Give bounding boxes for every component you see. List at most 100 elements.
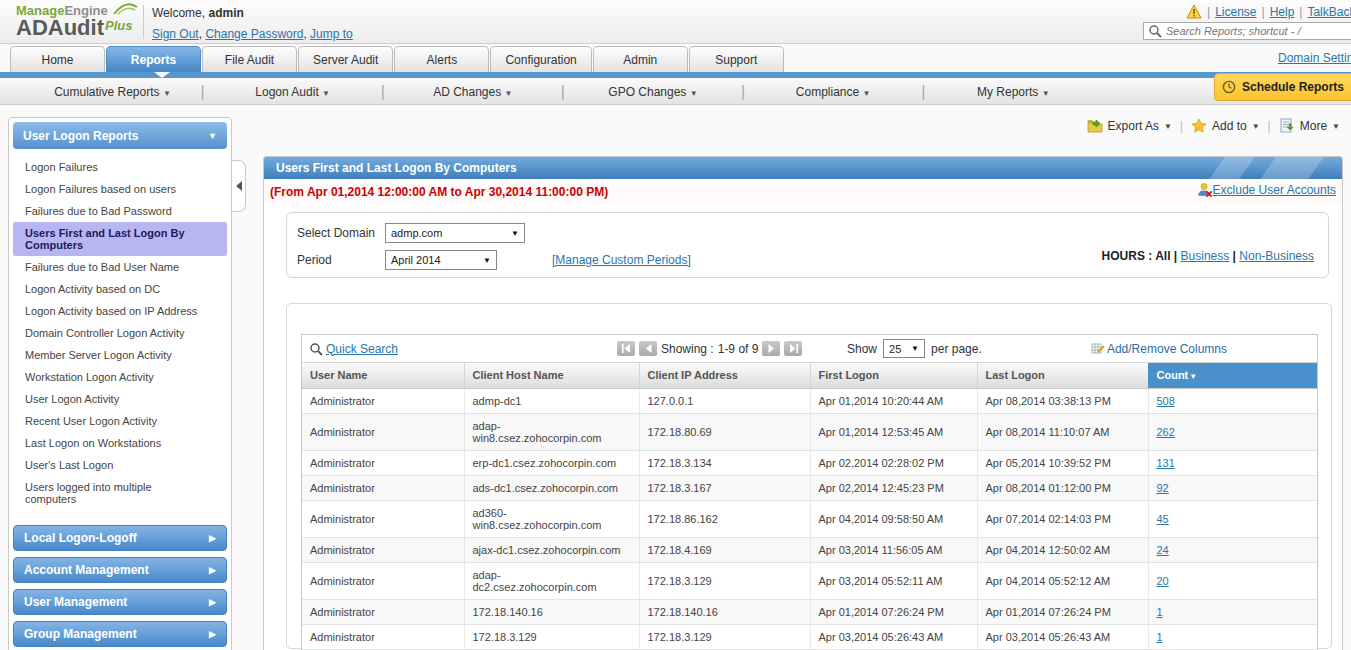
column-header-user-name[interactable]: User Name: [302, 363, 464, 388]
sidebar-section-group-management[interactable]: Group Management▶: [13, 621, 227, 647]
column-header-count[interactable]: Count▼: [1148, 363, 1317, 388]
manage-custom-periods-link[interactable]: [Manage Custom Periods]: [552, 253, 691, 267]
sidebar-item-logon-failures-based-on-users[interactable]: Logon Failures based on users: [13, 178, 227, 200]
count-link[interactable]: 20: [1157, 575, 1169, 587]
last-logon-cell: Apr 08,2014 03:38:13 PM: [977, 388, 1148, 413]
welcome-block: Welcome, admin Sign Out, Change Password…: [152, 6, 353, 41]
first-page-button[interactable]: [617, 341, 635, 356]
host-name-cell: adap- dc2.csez.zohocorpin.com: [464, 562, 639, 599]
submenu-bar: Cumulative Reports ▼|Logon Audit ▼|AD Ch…: [0, 78, 1351, 105]
domain-select[interactable]: admp.com▼: [385, 223, 525, 243]
count-link[interactable]: 92: [1157, 482, 1169, 494]
count-link[interactable]: 1: [1157, 606, 1163, 618]
sidebar-collapse-handle[interactable]: [232, 160, 246, 212]
sidebar-item-user-s-last-logon[interactable]: User's Last Logon: [13, 454, 227, 476]
sidebar-item-users-first-and-last-logon-by-computers[interactable]: Users First and Last Logon By Computers: [13, 222, 227, 256]
host-name-cell: erp-dc1.csez.zohocorpin.com: [464, 450, 639, 475]
first-logon-cell: Apr 02,2014 12:45:23 PM: [810, 475, 977, 500]
period-select[interactable]: April 2014▼: [385, 250, 497, 270]
column-header-first-logon[interactable]: First Logon: [810, 363, 977, 388]
tab-alerts[interactable]: Alerts: [394, 46, 489, 72]
export-as-button[interactable]: Export As▼: [1087, 118, 1172, 134]
sidebar-header-user-logon-reports[interactable]: User Logon Reports ▼: [13, 122, 227, 149]
sidebar-item-workstation-logon-activity[interactable]: Workstation Logon Activity: [13, 366, 227, 388]
hours-business-link[interactable]: Business: [1181, 249, 1230, 263]
more-button[interactable]: More▼: [1279, 118, 1340, 134]
last-logon-cell: Apr 07,2014 02:14:03 PM: [977, 500, 1148, 537]
count-link[interactable]: 508: [1157, 395, 1175, 407]
sidebar-section-user-management[interactable]: User Management▶: [13, 589, 227, 615]
prev-page-button[interactable]: [639, 341, 657, 356]
count-cell: 20: [1148, 562, 1317, 599]
column-header-last-logon[interactable]: Last Logon: [977, 363, 1148, 388]
jump-to-link[interactable]: Jump to: [310, 27, 353, 41]
count-link[interactable]: 262: [1157, 426, 1175, 438]
add-remove-columns-button[interactable]: Add/Remove Columns: [1091, 342, 1227, 356]
search-input[interactable]: [1166, 25, 1346, 37]
count-cell: 1: [1148, 624, 1317, 649]
license-link[interactable]: License: [1215, 5, 1256, 19]
sidebar-item-member-server-logon-activity[interactable]: Member Server Logon Activity: [13, 344, 227, 366]
help-link[interactable]: Help: [1270, 5, 1295, 19]
change-password-link[interactable]: Change Password: [205, 27, 303, 41]
sidebar-item-users-logged-into-multiple-computers[interactable]: Users logged into multiple computers: [13, 476, 227, 510]
ip-address-cell: 172.18.3.129: [639, 624, 810, 649]
hours-non-business-link[interactable]: Non-Business: [1239, 249, 1314, 263]
next-page-button[interactable]: [762, 341, 780, 356]
first-logon-cell: Apr 03,2014 11:56:05 AM: [810, 537, 977, 562]
count-cell: 24: [1148, 537, 1317, 562]
warning-icon[interactable]: [1186, 4, 1202, 20]
count-link[interactable]: 131: [1157, 457, 1175, 469]
last-page-button[interactable]: [784, 341, 802, 356]
add-to-button[interactable]: Add to▼: [1191, 118, 1260, 134]
count-link[interactable]: 1: [1157, 631, 1163, 643]
submenu-compliance[interactable]: Compliance ▼: [747, 85, 920, 99]
sidebar-item-recent-user-logon-activity[interactable]: Recent User Logon Activity: [13, 410, 227, 432]
submenu-my-reports[interactable]: My Reports ▼: [927, 85, 1100, 99]
more-actions-icon: [1279, 118, 1295, 134]
hours-all[interactable]: All: [1155, 249, 1170, 263]
tab-file-audit[interactable]: File Audit: [202, 46, 297, 72]
sidebar-item-last-logon-on-workstations[interactable]: Last Logon on Workstations: [13, 432, 227, 454]
sidebar-section-account-management[interactable]: Account Management▶: [13, 557, 227, 583]
count-link[interactable]: 24: [1157, 544, 1169, 556]
schedule-reports-button[interactable]: Schedule Reports: [1214, 73, 1351, 101]
search-box[interactable]: [1143, 22, 1351, 40]
column-header-client-host-name[interactable]: Client Host Name: [464, 363, 639, 388]
page-size-group: Show 25▼ per page.: [847, 339, 982, 358]
username: admin: [208, 6, 243, 20]
submenu-gpo-changes[interactable]: GPO Changes ▼: [566, 85, 739, 99]
logo-adaudit: ADAudit: [16, 15, 104, 40]
count-link[interactable]: 45: [1157, 513, 1169, 525]
submenu-logon-audit[interactable]: Logon Audit ▼: [206, 85, 379, 99]
submenu-ad-changes[interactable]: AD Changes ▼: [386, 85, 559, 99]
sidebar-item-logon-activity-based-on-dc[interactable]: Logon Activity based on DC: [13, 278, 227, 300]
sidebar-item-user-logon-activity[interactable]: User Logon Activity: [13, 388, 227, 410]
tab-configuration[interactable]: Configuration: [490, 46, 591, 72]
sidebar-item-logon-activity-based-on-ip-address[interactable]: Logon Activity based on IP Address: [13, 300, 227, 322]
column-header-client-ip-address[interactable]: Client IP Address: [639, 363, 810, 388]
table-row: Administratorajax-dc1.csez.zohocorpin.co…: [302, 537, 1317, 562]
search-icon: [309, 342, 323, 356]
page-size-select[interactable]: 25▼: [883, 339, 925, 358]
submenu-cumulative-reports[interactable]: Cumulative Reports ▼: [26, 85, 199, 99]
sign-out-link[interactable]: Sign Out: [152, 27, 199, 41]
sidebar-item-failures-due-to-bad-user-name[interactable]: Failures due to Bad User Name: [13, 256, 227, 278]
sidebar-section-local-logon-logoff[interactable]: Local Logon-Logoff▶: [13, 525, 227, 551]
sidebar-item-failures-due-to-bad-password[interactable]: Failures due to Bad Password: [13, 200, 227, 222]
tab-server-audit[interactable]: Server Audit: [298, 46, 393, 72]
sidebar-item-logon-failures[interactable]: Logon Failures: [13, 156, 227, 178]
select-arrow-icon: ▼: [911, 344, 919, 353]
talkback-link[interactable]: TalkBack: [1307, 5, 1351, 19]
export-icon: [1087, 118, 1103, 134]
tab-reports[interactable]: Reports: [106, 46, 201, 72]
count-cell: 262: [1148, 413, 1317, 450]
tab-support[interactable]: Support: [689, 46, 784, 72]
tab-home[interactable]: Home: [10, 46, 105, 72]
exclude-user-accounts[interactable]: Exclude User Accounts: [1197, 182, 1336, 198]
domain-settings-link[interactable]: Domain Settings: [1278, 51, 1351, 65]
tab-admin[interactable]: Admin: [593, 46, 688, 72]
quick-search-button[interactable]: Quick Search: [309, 342, 398, 356]
report-table-panel: Quick Search Showing : 1-9 of 9 Show 25▼…: [286, 303, 1332, 649]
sidebar-item-domain-controller-logon-activity[interactable]: Domain Controller Logon Activity: [13, 322, 227, 344]
